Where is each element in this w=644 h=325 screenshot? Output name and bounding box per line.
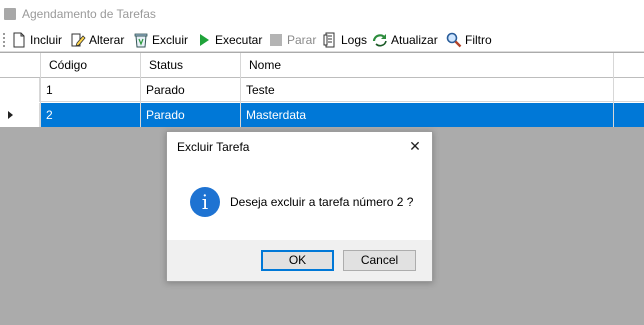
cell-status[interactable]: Parado [140, 103, 240, 127]
column-divider [140, 53, 141, 127]
column-divider [613, 53, 614, 127]
alterar-button[interactable]: Alterar [70, 31, 124, 49]
row-header[interactable] [0, 103, 40, 127]
document-new-icon [11, 32, 27, 48]
magnifier-icon [446, 32, 462, 48]
grid-header: Código Status Nome [0, 53, 644, 78]
logs-label: Logs [341, 33, 368, 47]
play-icon [196, 32, 212, 48]
close-icon[interactable]: ✕ [406, 137, 424, 155]
dialog-button-bar: OK Cancel [167, 240, 432, 281]
filtro-label: Filtro [465, 33, 492, 47]
filtro-button[interactable]: Filtro [446, 31, 492, 49]
header-corner[interactable] [0, 53, 40, 78]
log-file-icon [322, 32, 338, 48]
column-header-codigo[interactable]: Código [43, 53, 140, 78]
atualizar-button[interactable]: Atualizar [372, 31, 438, 49]
toolbar-grip[interactable] [3, 33, 7, 47]
parar-button[interactable]: Parar [268, 31, 316, 49]
table-row-selected[interactable]: 2 Parado Masterdata [0, 103, 644, 127]
column-divider [40, 53, 41, 127]
information-icon: i [190, 187, 220, 217]
table-row[interactable]: 1 Parado Teste [0, 78, 644, 102]
dialog-message: Deseja excluir a tarefa número 2 ? [230, 195, 414, 209]
window-title: Agendamento de Tarefas [22, 7, 156, 21]
current-row-arrow-icon [8, 111, 13, 119]
executar-button[interactable]: Executar [196, 31, 262, 49]
toolbar: Incluir Alterar Excluir Executar Parar L… [0, 28, 644, 52]
cell-nome[interactable]: Teste [240, 78, 613, 102]
cell-codigo[interactable]: 2 [40, 103, 140, 127]
incluir-label: Incluir [30, 33, 63, 47]
alterar-label: Alterar [89, 33, 125, 47]
excluir-label: Excluir [152, 33, 189, 47]
stop-icon [268, 32, 284, 48]
confirm-delete-dialog: Excluir Tarefa ✕ i Deseja excluir a tare… [166, 131, 433, 282]
column-header-status[interactable]: Status [143, 53, 240, 78]
edit-pencil-icon [70, 32, 86, 48]
cell-codigo[interactable]: 1 [40, 78, 140, 102]
refresh-icon [372, 32, 388, 48]
atualizar-label: Atualizar [391, 33, 438, 47]
column-header-nome[interactable]: Nome [243, 53, 613, 78]
recycle-bin-icon [133, 32, 149, 48]
cell-nome[interactable]: Masterdata [240, 103, 613, 127]
excluir-button[interactable]: Excluir [133, 31, 188, 49]
parar-label: Parar [287, 33, 317, 47]
cell-status[interactable]: Parado [140, 78, 240, 102]
dialog-title: Excluir Tarefa [177, 140, 250, 154]
incluir-button[interactable]: Incluir [11, 31, 62, 49]
app-window-icon [4, 8, 16, 20]
executar-label: Executar [215, 33, 263, 47]
column-divider [240, 53, 241, 127]
cancel-button[interactable]: Cancel [343, 250, 416, 271]
tasks-grid[interactable]: Código Status Nome 1 Parado Teste 2 Para… [0, 53, 644, 127]
title-bar: Agendamento de Tarefas [0, 0, 644, 28]
logs-button[interactable]: Logs [322, 31, 367, 49]
row-header[interactable] [0, 78, 40, 102]
ok-button[interactable]: OK [261, 250, 334, 271]
